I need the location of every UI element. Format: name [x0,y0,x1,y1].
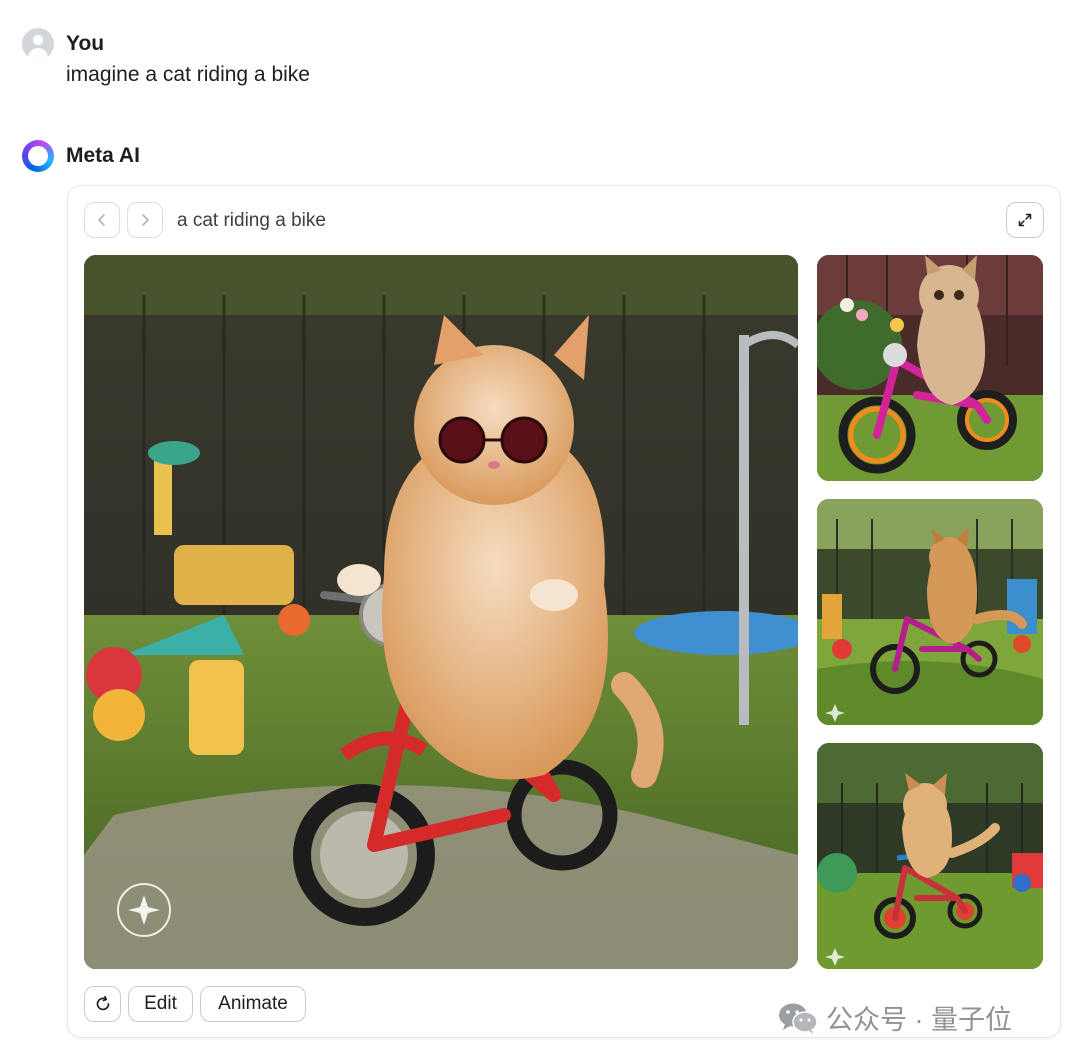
next-button[interactable] [127,202,163,238]
watermark-text: 公众号 · 量子位 [826,1005,1012,1035]
ai-name: Meta AI [66,144,140,167]
expand-button[interactable] [1006,202,1044,238]
thumbnail-image-1[interactable] [817,255,1043,481]
chevron-right-icon [142,214,149,226]
user-avatar-icon [22,28,54,60]
image-result-card: a cat riding a bike Edit Animate [67,185,1061,1038]
thumbnail-image-3[interactable] [817,743,1043,969]
prompt-title: a cat riding a bike [177,210,326,231]
edit-button[interactable]: Edit [128,986,193,1022]
wechat-icon [779,1003,818,1034]
regenerate-button[interactable] [84,986,121,1022]
thumbnail-image-2[interactable] [817,499,1043,725]
animate-button[interactable]: Animate [200,986,306,1022]
previous-button[interactable] [84,202,120,238]
refresh-icon [96,995,109,1011]
user-name: You [66,32,105,55]
meta-ai-ring-icon [22,140,54,172]
main-generated-image[interactable] [84,255,798,969]
expand-icon [1018,213,1032,227]
watermark: 公众号 · 量子位 [778,998,1012,1037]
user-prompt-text: imagine a cat riding a bike [66,63,310,86]
chevron-left-icon [98,214,105,226]
